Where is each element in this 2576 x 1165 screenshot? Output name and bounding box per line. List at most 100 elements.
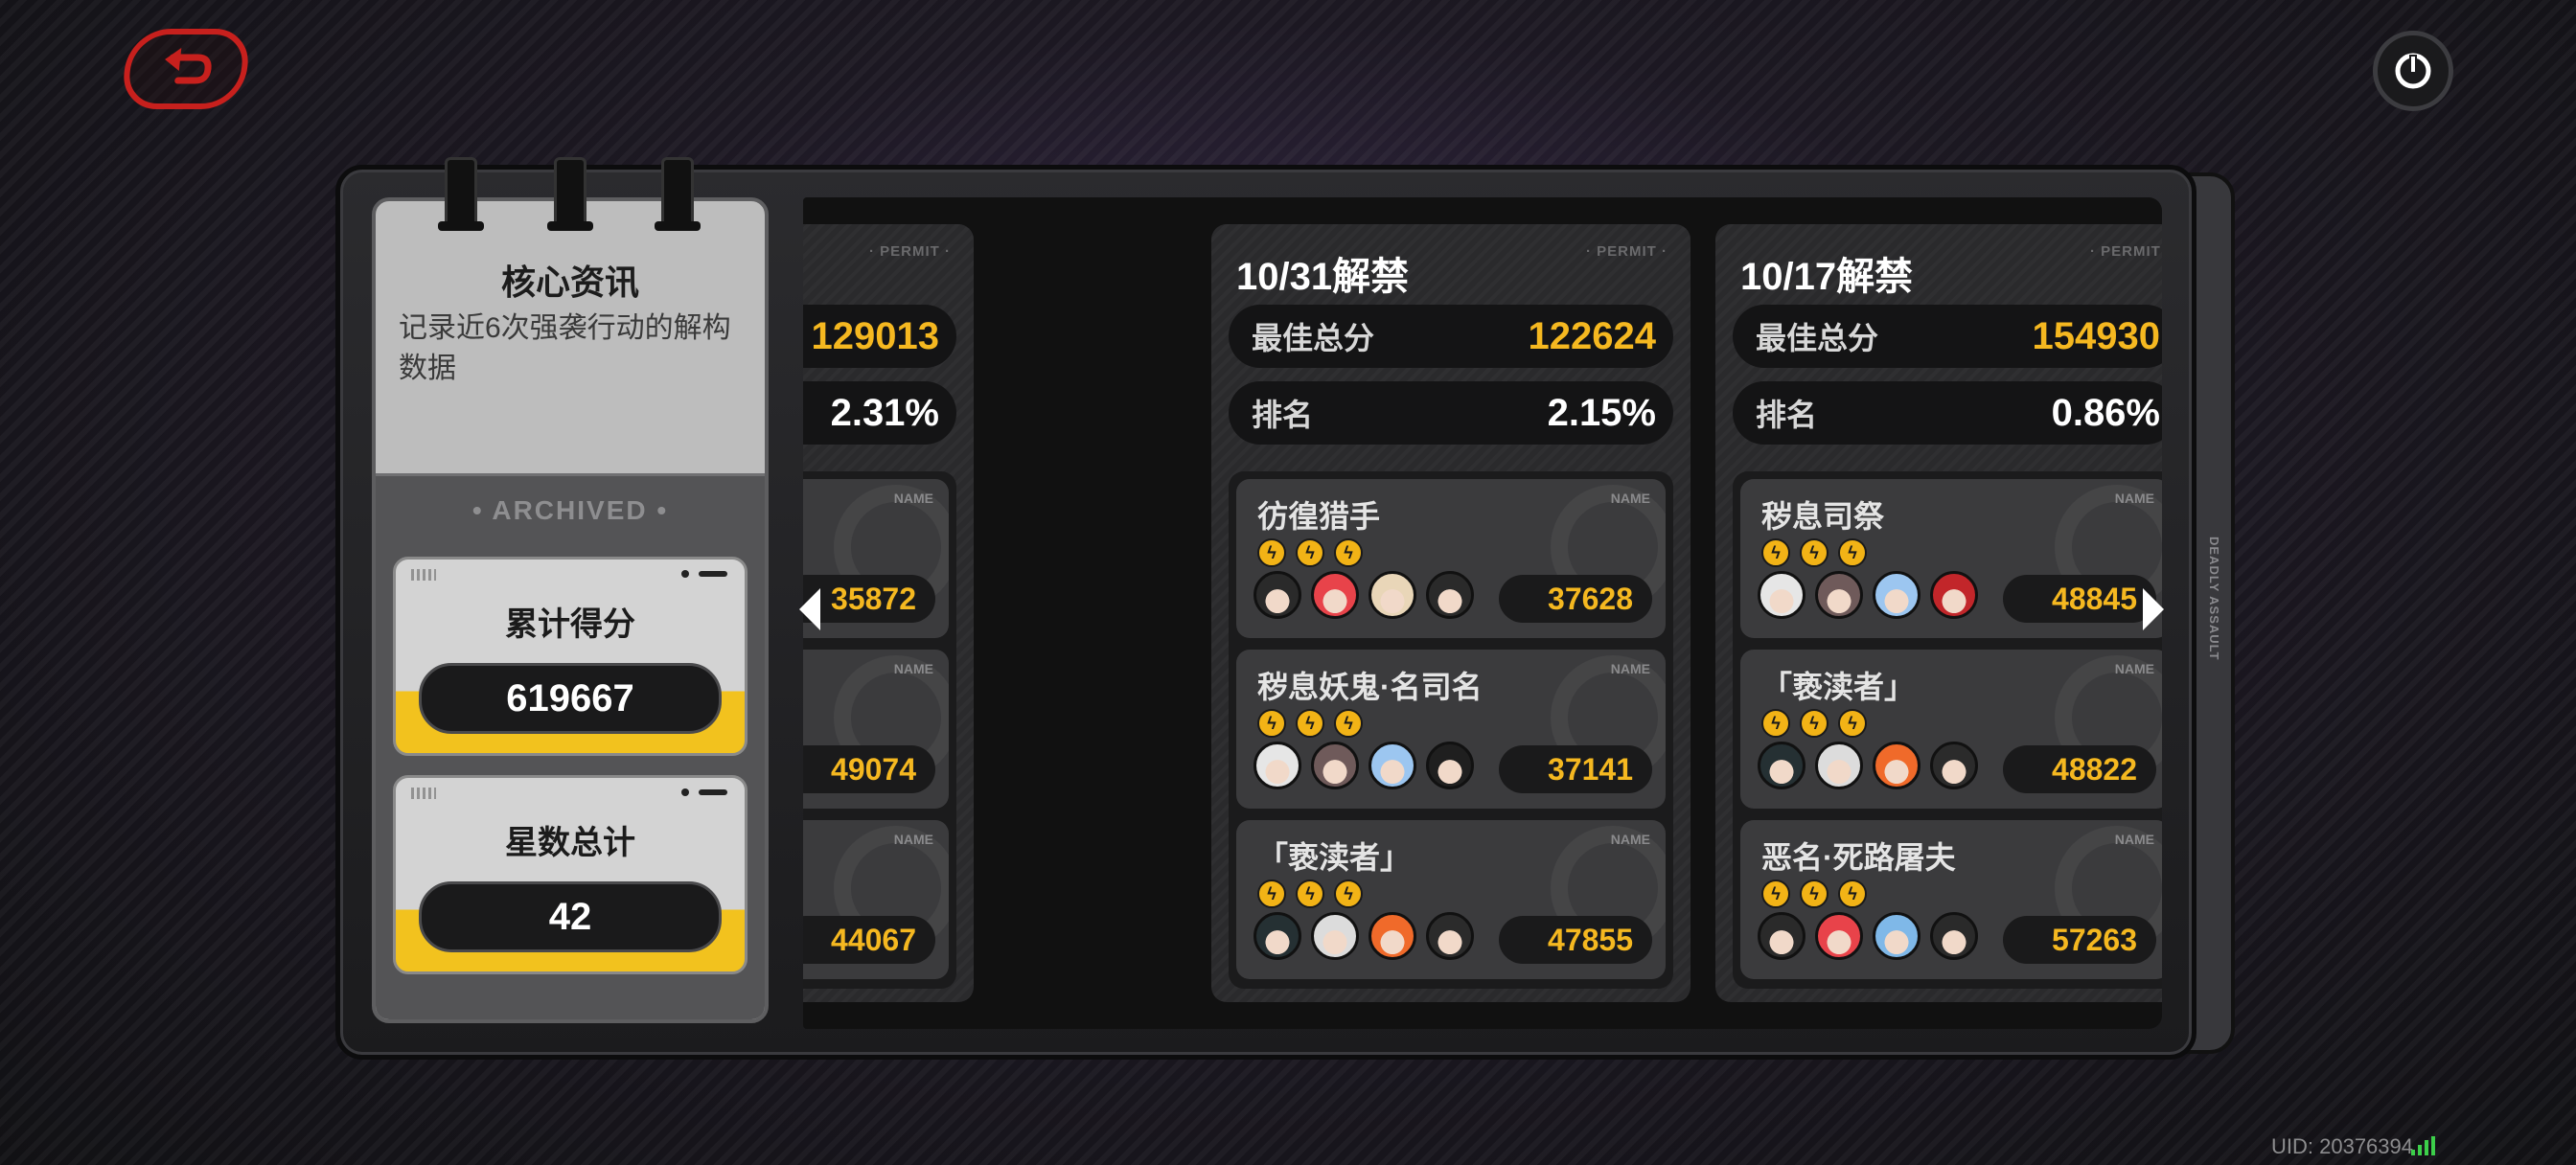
best-score-row: 最佳总分 122624: [1229, 305, 1673, 368]
deadly-assault-side-label: DEADLY ASSAULT: [2207, 537, 2221, 661]
agent-avatar: [1758, 571, 1806, 619]
boss-list: NAME 彷徨猎手 ϟϟϟ 37628 NAME 秽息妖鬼·名司名 ϟϟϟ 37…: [1229, 471, 1673, 989]
agent-avatar: [1311, 912, 1359, 960]
agent-avatar: [1873, 742, 1920, 789]
unlock-date-title: 10/31解禁: [1236, 256, 1410, 298]
lightning-star-icon: ϟ: [1257, 879, 1286, 908]
lightning-star-icon: ϟ: [1761, 709, 1790, 738]
card-dot-icon: [681, 570, 689, 578]
lightning-star-icon: ϟ: [1296, 879, 1324, 908]
boss-score: 49074: [803, 745, 935, 793]
boss-record-card[interactable]: NAME 恶名·死路屠夫 ϟϟϟ 57263: [1740, 820, 2162, 979]
best-score-label: 最佳总分: [1756, 321, 1879, 355]
record-column[interactable]: 10/31解禁 · PERMIT · 最佳总分 122624 排名 2.15% …: [1211, 224, 1690, 1002]
back-button[interactable]: [120, 29, 252, 109]
boss-name: 彷徨猎手: [1257, 499, 1381, 534]
unlock-date-title: 10/17解禁: [1740, 256, 1914, 298]
cumulative-score-label: 累计得分: [505, 606, 635, 643]
permit-tag: · PERMIT ·: [2089, 243, 2161, 260]
team-avatars: [1758, 912, 1978, 960]
core-info-title: 核心资讯: [500, 263, 639, 302]
agent-avatar: [1254, 742, 1301, 789]
name-tag: NAME: [893, 491, 933, 506]
boss-record-card[interactable]: NAME 秽息妖鬼·名司名 ϟϟϟ 37141: [1236, 650, 1666, 809]
boss-score: 44067: [803, 916, 935, 964]
cumulative-score-card: 累计得分 619667: [393, 557, 748, 756]
name-tag: NAME: [893, 661, 933, 676]
boss-score: 57263: [2003, 916, 2156, 964]
agent-avatar: [1758, 912, 1806, 960]
star-rating: ϟϟϟ: [1257, 538, 1363, 567]
star-rating: ϟϟϟ: [1257, 879, 1363, 908]
rank-row: 排名 2.15%: [1229, 381, 1673, 445]
rank-value: 2.15%: [1547, 391, 1656, 434]
star-rating: ϟϟϟ: [1761, 538, 1867, 567]
lightning-star-icon: ϟ: [1838, 538, 1867, 567]
boss-record-card[interactable]: NAME 徨猎手 ϟϟ 35872: [803, 479, 949, 638]
boss-record-card[interactable]: NAME 强袭单位·「提丰·破坏者型」 ϟϟ 49074: [803, 650, 949, 809]
lightning-star-icon: ϟ: [1800, 538, 1828, 567]
boss-record-card[interactable]: NAME 秽息司祭 ϟϟϟ 48845: [1740, 479, 2162, 638]
boss-record-card[interactable]: NAME 「亵渎者」 ϟϟϟ 48822: [1740, 650, 2162, 809]
permit-tag: · PERMIT ·: [868, 243, 951, 260]
boss-record-card[interactable]: NAME 「亵渎者」 ϟϟϟ 47855: [1236, 820, 1666, 979]
name-tag: NAME: [893, 832, 933, 847]
signal-strength-icon: [2411, 1136, 2435, 1155]
lightning-star-icon: ϟ: [1761, 538, 1790, 567]
agent-avatar: [1368, 912, 1416, 960]
lightning-star-icon: ϟ: [1334, 879, 1363, 908]
rank-label: 排名: [1252, 398, 1314, 432]
team-avatars: [1254, 742, 1474, 789]
boss-record-card[interactable]: NAME 彷徨猎手 ϟϟϟ 37628: [1236, 479, 1666, 638]
lightning-star-icon: ϟ: [1334, 538, 1363, 567]
lightning-star-icon: ϟ: [1761, 879, 1790, 908]
core-info-description: 记录近6次强袭行动的解构数据: [399, 312, 731, 384]
total-stars-label: 星数总计: [505, 825, 635, 861]
agent-avatar: [1873, 912, 1920, 960]
boss-score: 48845: [2003, 575, 2156, 623]
best-score-value: 129013: [811, 314, 939, 357]
lightning-star-icon: ϟ: [1838, 879, 1867, 908]
boss-name: 「亵渎者」: [1761, 670, 1916, 704]
team-avatars: [1254, 912, 1474, 960]
card-dash-icon: [699, 571, 727, 577]
name-tag: NAME: [1610, 661, 1650, 676]
agent-avatar: [1254, 912, 1301, 960]
record-column[interactable]: 14解禁 · PERMIT · 佳总分 129013 2.31% NAME 徨猎…: [803, 224, 974, 1002]
boss-name: 恶名·死路屠夫: [1761, 840, 1956, 875]
binder-clip: [655, 157, 701, 231]
back-arrow-icon: [165, 48, 212, 84]
agent-avatar: [1873, 571, 1920, 619]
name-tag: NAME: [1610, 832, 1650, 847]
boss-record-card[interactable]: NAME 息司祭 ϟϟ 44067: [803, 820, 949, 979]
star-rating: ϟϟϟ: [1761, 879, 1867, 908]
boss-name: 秽息妖鬼·名司名: [1257, 670, 1483, 704]
records-carousel[interactable]: 14解禁 · PERMIT · 佳总分 129013 2.31% NAME 徨猎…: [803, 197, 2162, 1029]
name-tag: NAME: [1610, 491, 1650, 506]
agent-avatar: [1426, 571, 1474, 619]
card-grip-icon: [411, 569, 436, 581]
rank-label: 排名: [1756, 398, 1818, 432]
total-stars-card: 星数总计 42: [393, 775, 748, 974]
lightning-star-icon: ϟ: [1296, 538, 1324, 567]
card-dash-icon: [699, 789, 727, 795]
lightning-star-icon: ϟ: [1257, 709, 1286, 738]
best-score-row: 最佳总分 154930: [1733, 305, 2162, 368]
lightning-star-icon: ϟ: [1296, 709, 1324, 738]
name-tag: NAME: [2114, 491, 2154, 506]
agent-avatar: [1368, 742, 1416, 789]
agent-avatar: [1815, 742, 1863, 789]
card-grip-icon: [411, 788, 436, 799]
agent-avatar: [1815, 912, 1863, 960]
scroll-left-arrow-icon[interactable]: [799, 588, 820, 630]
user-id-label: UID: 20376394: [2271, 1134, 2413, 1158]
rank-row: 排名 0.86%: [1733, 381, 2162, 445]
lightning-star-icon: ϟ: [1800, 879, 1828, 908]
boss-score: 37628: [1499, 575, 1652, 623]
best-score-row: 佳总分 129013: [803, 305, 956, 368]
boss-name: 秽息司祭: [1761, 499, 1885, 534]
scroll-right-arrow-icon[interactable]: [2143, 588, 2164, 630]
lightning-star-icon: ϟ: [1800, 709, 1828, 738]
record-column[interactable]: 10/17解禁 · PERMIT · 最佳总分 154930 排名 0.86% …: [1715, 224, 2162, 1002]
power-button[interactable]: [2373, 31, 2453, 111]
